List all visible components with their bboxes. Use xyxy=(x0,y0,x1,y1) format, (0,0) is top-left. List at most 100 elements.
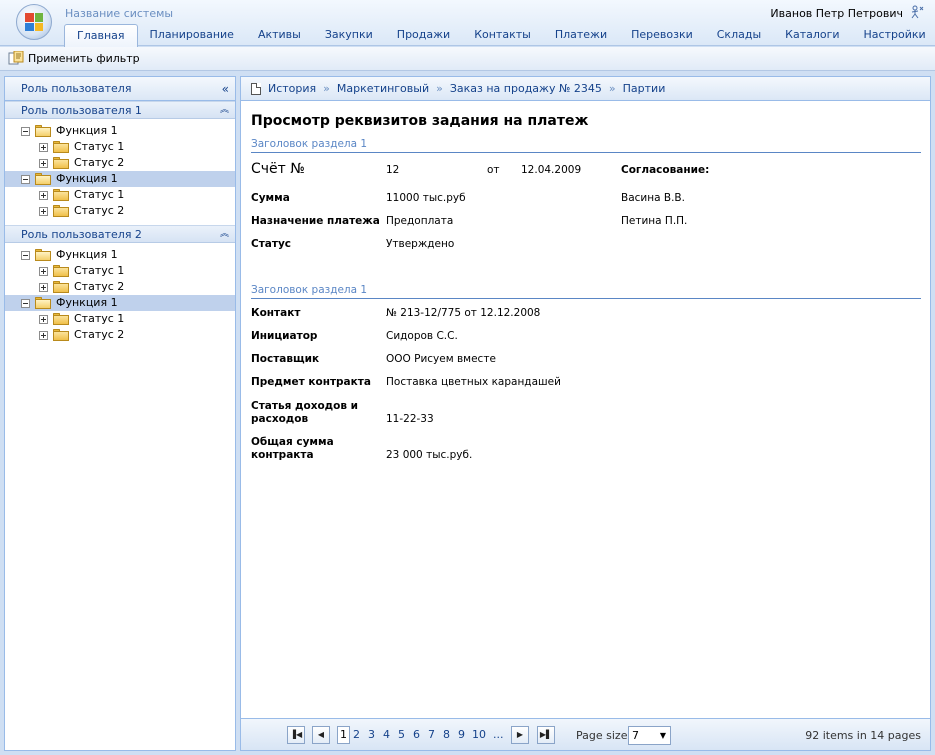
first-page-button[interactable]: ▐◀ xyxy=(287,726,305,744)
page-number[interactable]: 5 xyxy=(398,728,405,741)
pager: ▐◀ ◀ 1 2 3 4 5 6 7 8 9 10... ▶ ▶▌ Page size: 7 ▼ … xyxy=(241,718,930,750)
folder-icon xyxy=(53,313,69,325)
tree-node-status[interactable]: Статус 2 xyxy=(5,155,235,171)
breadcrumb-item[interactable]: Маркетинговый xyxy=(337,82,429,95)
collapse-sidebar-icon[interactable]: « xyxy=(222,77,229,101)
contact-label: Контакт xyxy=(251,307,301,319)
tree-node-status[interactable]: Статус 1 xyxy=(5,311,235,327)
tree-node-function[interactable]: Функция 1 xyxy=(5,123,235,139)
page-number[interactable]: 1 xyxy=(337,726,350,744)
main-panel: История » Маркетинговый » Заказ на продажу №… xyxy=(240,76,931,751)
chevron-down-icon[interactable]: ▼ xyxy=(660,727,666,744)
collapse-node-icon[interactable] xyxy=(21,298,30,308)
expand-node-icon[interactable] xyxy=(39,266,48,276)
menu-item-0[interactable]: Главная xyxy=(64,24,138,47)
collapse-node-icon[interactable] xyxy=(21,250,30,260)
page-number[interactable]: 2 xyxy=(353,728,360,741)
menu-item-9[interactable]: Каталоги xyxy=(773,24,851,46)
user-icon[interactable] xyxy=(910,5,924,19)
last-page-button[interactable]: ▶▌ xyxy=(537,726,555,744)
expand-node-icon[interactable] xyxy=(39,206,48,216)
contract-subject-value: Поставка цветных карандашей xyxy=(386,376,561,388)
expand-node-icon[interactable] xyxy=(39,330,48,340)
folder-open-icon xyxy=(35,173,51,185)
menu-item-5[interactable]: Контакты xyxy=(462,24,543,46)
role-tree: Функция 1 Статус 1 Статус 2 Функция 1 Статус… xyxy=(5,243,235,349)
tree-node-status[interactable]: Статус 2 xyxy=(5,279,235,295)
page-number[interactable]: 9 xyxy=(458,728,465,741)
menu-item-3[interactable]: Закупки xyxy=(313,24,385,46)
tree-node-label: Статус 2 xyxy=(74,156,125,169)
folder-open-icon xyxy=(35,297,51,309)
menu-item-4[interactable]: Продажи xyxy=(385,24,462,46)
tree-node-label: Статус 1 xyxy=(74,188,125,201)
folder-icon xyxy=(53,205,69,217)
tree-node-function[interactable]: Функция 1 xyxy=(5,247,235,263)
tree-node-status[interactable]: Статус 2 xyxy=(5,203,235,219)
folder-icon xyxy=(53,189,69,201)
prev-page-button[interactable]: ◀ xyxy=(312,726,330,744)
apply-filter-button[interactable]: Применить фильтр xyxy=(8,51,140,65)
contract-total-value: 23 000 тыс.руб. xyxy=(386,449,473,461)
page-number[interactable]: 4 xyxy=(383,728,390,741)
purpose-label: Назначение платежа xyxy=(251,215,380,227)
tree-node-label: Статус 1 xyxy=(74,140,125,153)
page-number[interactable]: 7 xyxy=(428,728,435,741)
document-icon xyxy=(251,82,261,95)
expand-node-icon[interactable] xyxy=(39,282,48,292)
page-number[interactable]: 10 xyxy=(472,728,486,741)
page-number[interactable]: ... xyxy=(493,728,504,741)
folder-icon xyxy=(53,281,69,293)
role-group-header[interactable]: Роль пользователя 1 ︽ xyxy=(5,101,235,119)
main-menu: Главная Планирование Активы Закупки Продажи К… xyxy=(64,24,935,47)
user-name[interactable]: Иванов Петр Петрович xyxy=(770,7,903,20)
apply-filter-label: Применить фильтр xyxy=(28,51,140,65)
approver-1: Васина В.В. xyxy=(621,192,685,204)
menu-item-8[interactable]: Склады xyxy=(705,24,773,46)
breadcrumb-item[interactable]: Заказ на продажу № 2345 xyxy=(450,82,602,95)
expand-node-icon[interactable] xyxy=(39,314,48,324)
folder-icon xyxy=(53,141,69,153)
expand-node-icon[interactable] xyxy=(39,142,48,152)
tree-node-function[interactable]: Функция 1 xyxy=(5,295,235,311)
breadcrumb-item[interactable]: История xyxy=(268,82,316,95)
tree-node-status[interactable]: Статус 1 xyxy=(5,139,235,155)
collapse-group-icon[interactable]: ︽ xyxy=(220,102,229,119)
collapse-group-icon[interactable]: ︽ xyxy=(220,226,229,243)
tree-node-label: Функция 1 xyxy=(56,248,118,261)
purpose-value: Предоплата xyxy=(386,215,454,227)
contact-value: № 213-12/775 от 12.12.2008 xyxy=(386,307,541,319)
tree-node-function[interactable]: Функция 1 xyxy=(5,171,235,187)
menu-item-2[interactable]: Активы xyxy=(246,24,313,46)
folder-icon xyxy=(53,157,69,169)
expand-node-icon[interactable] xyxy=(39,158,48,168)
menu-item-6[interactable]: Платежи xyxy=(543,24,619,46)
role-group-header[interactable]: Роль пользователя 2 ︽ xyxy=(5,225,235,243)
expand-node-icon[interactable] xyxy=(39,190,48,200)
collapse-node-icon[interactable] xyxy=(21,174,30,184)
role-group-title: Роль пользователя 1 xyxy=(21,104,142,117)
menu-item-7[interactable]: Перевозки xyxy=(619,24,705,46)
page-size-select[interactable]: 7 ▼ xyxy=(628,726,671,745)
breadcrumb-item[interactable]: Партии xyxy=(623,82,666,95)
page-number[interactable]: 6 xyxy=(413,728,420,741)
sidebar: Роль пользователя « Роль пользователя 1 ︽… xyxy=(4,76,236,751)
menu-item-10[interactable]: Настройки xyxy=(852,24,935,46)
tree-node-status[interactable]: Статус 1 xyxy=(5,187,235,203)
page-number[interactable]: 3 xyxy=(368,728,375,741)
folder-open-icon xyxy=(35,125,51,137)
tree-node-label: Статус 2 xyxy=(74,280,125,293)
next-page-button[interactable]: ▶ xyxy=(511,726,529,744)
contract-subject-label: Предмет контракта xyxy=(251,376,371,388)
tree-node-status[interactable]: Статус 1 xyxy=(5,263,235,279)
page-number[interactable]: 8 xyxy=(443,728,450,741)
section-1-title: Заголовок раздела 1 xyxy=(251,138,921,153)
page-size-value: 7 xyxy=(632,729,639,742)
menu-item-1[interactable]: Планирование xyxy=(138,24,246,46)
collapse-node-icon[interactable] xyxy=(21,126,30,136)
initiator-value: Сидоров С.С. xyxy=(386,330,458,342)
page-title: Просмотр реквизитов задания на платеж xyxy=(251,113,589,129)
tree-node-status[interactable]: Статус 2 xyxy=(5,327,235,343)
folder-icon xyxy=(53,329,69,341)
app-logo-icon[interactable] xyxy=(16,4,52,40)
